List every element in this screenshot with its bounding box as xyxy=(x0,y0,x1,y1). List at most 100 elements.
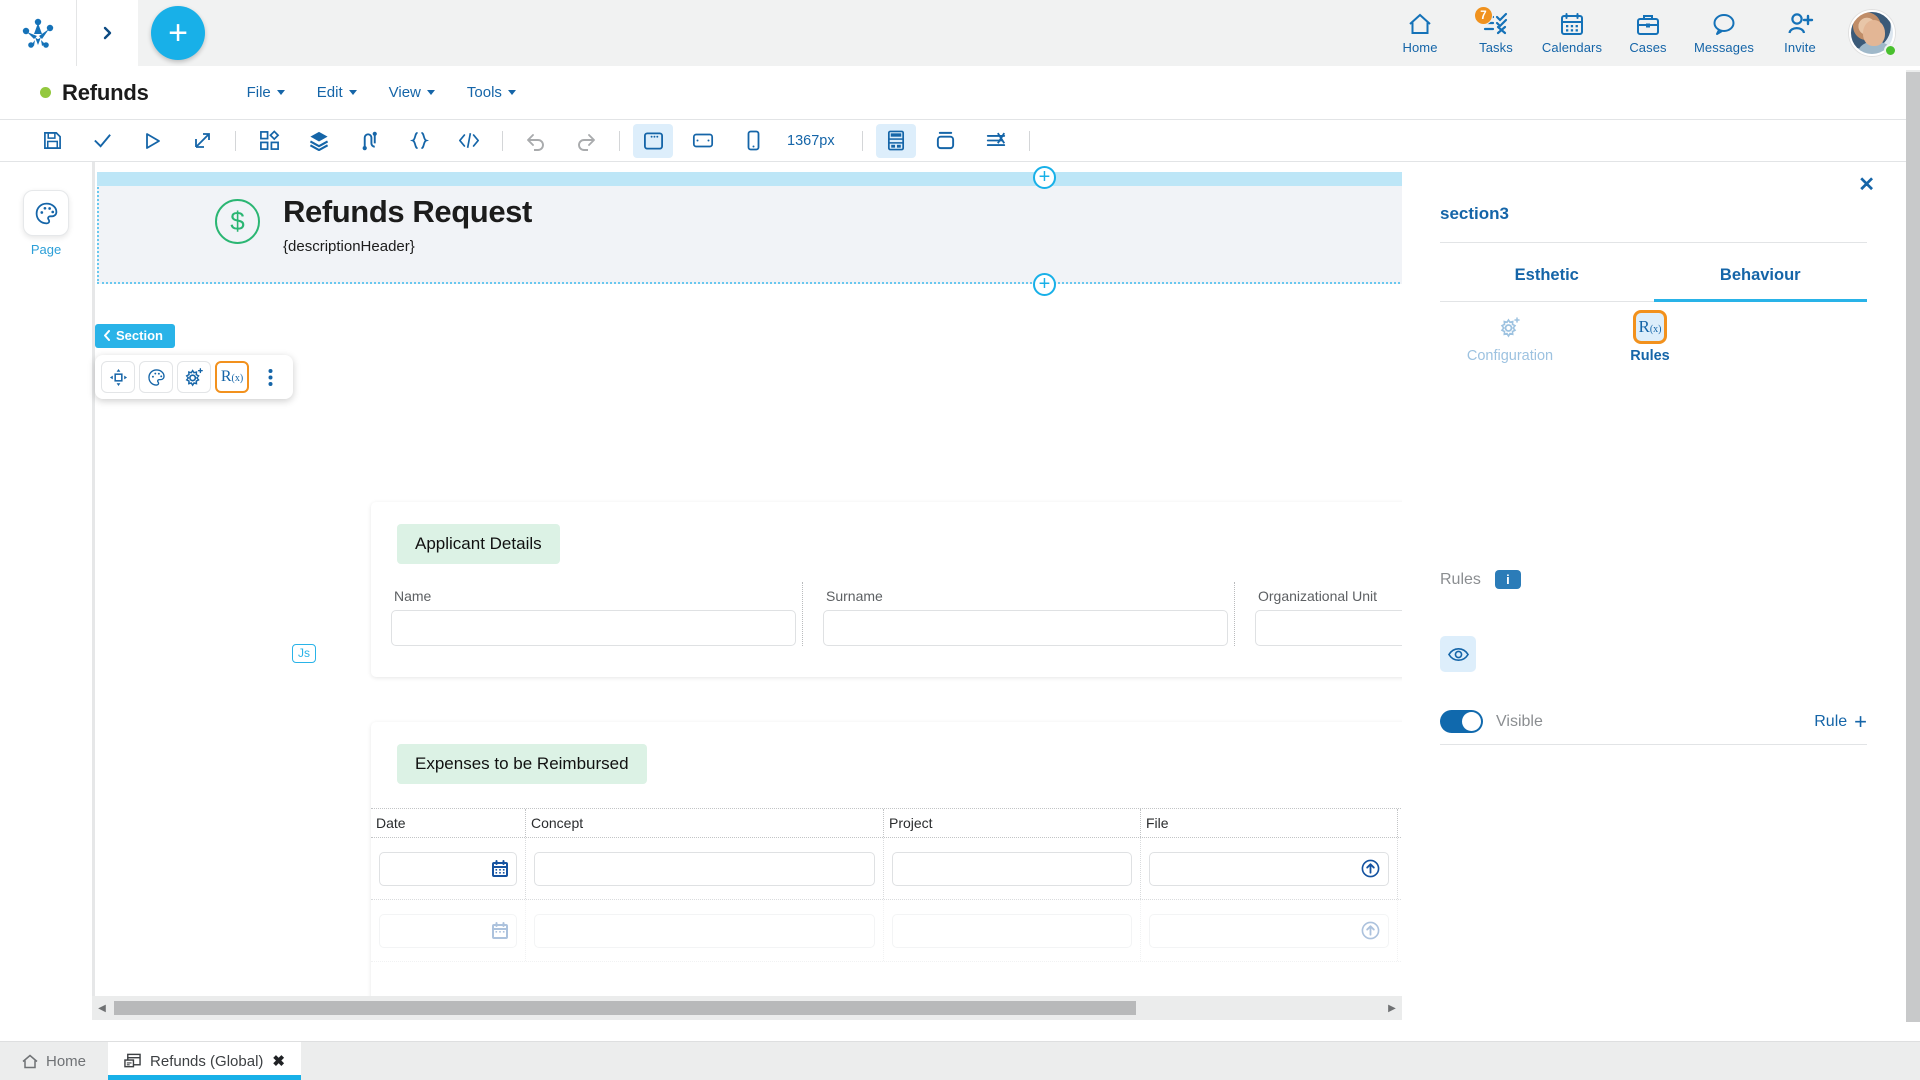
cell-date[interactable] xyxy=(371,838,526,899)
tab-behaviour[interactable]: Behaviour xyxy=(1653,254,1867,302)
chevron-left-icon xyxy=(104,330,110,341)
organizational-unit-input[interactable] xyxy=(1255,610,1402,646)
close-icon[interactable]: ✕ xyxy=(1858,175,1875,195)
scroll-left-arrow-icon[interactable]: ◀ xyxy=(92,1003,112,1014)
file-upload-input[interactable] xyxy=(1149,913,1389,948)
date-input[interactable] xyxy=(379,913,517,948)
section-breadcrumb-tag[interactable]: Section xyxy=(95,324,175,348)
add-section-above-button[interactable]: + xyxy=(1033,166,1056,189)
scroll-track[interactable] xyxy=(112,1001,1382,1015)
viewport-width-label[interactable]: 1367px xyxy=(787,133,835,149)
table-row[interactable] xyxy=(371,838,1402,900)
form-header-subtitle: {descriptionHeader} xyxy=(283,237,415,255)
validate-check-icon[interactable] xyxy=(82,124,122,158)
align-icon[interactable] xyxy=(976,124,1016,158)
nav-item-tasks[interactable]: 7 Tasks xyxy=(1458,0,1534,66)
js-badge[interactable]: Js xyxy=(292,644,316,663)
chat-bubble-icon xyxy=(1711,11,1737,37)
publish-export-icon[interactable] xyxy=(182,124,222,158)
subtab-configuration-label: Configuration xyxy=(1466,348,1554,364)
menu-tools[interactable]: Tools xyxy=(451,78,532,107)
close-icon[interactable]: ✖ xyxy=(272,1052,285,1070)
canvas-horizontal-scrollbar[interactable]: ◀ ▶ xyxy=(92,996,1402,1020)
cell-concept[interactable] xyxy=(526,900,884,961)
page-properties-button[interactable] xyxy=(23,190,69,236)
move-arrows-icon[interactable] xyxy=(101,361,135,393)
subtab-rules[interactable]: R(x) Rules xyxy=(1580,310,1720,364)
flow-connector-icon[interactable] xyxy=(349,124,389,158)
menu-edit[interactable]: Edit xyxy=(301,78,373,107)
cell-date[interactable] xyxy=(371,900,526,961)
add-section-below-button[interactable]: + xyxy=(1033,273,1056,296)
table-row[interactable] xyxy=(371,900,1402,962)
mobile-view-icon[interactable] xyxy=(733,124,773,158)
applicant-section-title: Applicant Details xyxy=(397,524,560,564)
column-header-file: File xyxy=(1141,809,1398,837)
properties-panel-title: section3 xyxy=(1440,204,1509,223)
scroll-right-arrow-icon[interactable]: ▶ xyxy=(1382,1003,1402,1014)
subtab-configuration[interactable]: Configuration xyxy=(1440,310,1580,364)
braces-json-icon[interactable] xyxy=(399,124,439,158)
chevron-down-icon xyxy=(348,90,357,95)
chevron-right-icon xyxy=(103,26,111,40)
info-icon[interactable]: i xyxy=(1494,570,1521,589)
add-new-button[interactable]: + xyxy=(151,6,205,60)
calendar-icon xyxy=(492,860,508,877)
redo-icon[interactable] xyxy=(566,124,606,158)
date-input[interactable] xyxy=(379,851,517,886)
vertical-scroll-thumb[interactable] xyxy=(1906,72,1920,1022)
name-input[interactable] xyxy=(391,610,796,646)
file-upload-input[interactable] xyxy=(1149,851,1389,886)
cell-concept[interactable] xyxy=(526,838,884,899)
container-icon[interactable] xyxy=(926,124,966,158)
menu-view[interactable]: View xyxy=(373,78,451,107)
layers-icon[interactable] xyxy=(299,124,339,158)
gear-sparkle-icon[interactable] xyxy=(177,361,211,393)
add-new-label: + xyxy=(168,14,188,52)
concept-input[interactable] xyxy=(534,913,875,948)
page-vertical-scrollbar[interactable] xyxy=(1906,70,1920,1022)
app-logo[interactable] xyxy=(0,0,76,66)
form-page-sheet: $ Refunds Request {descriptionHeader} + … xyxy=(95,162,1402,1005)
expenses-card: Expenses to be Reimbursed Date Concept P… xyxy=(371,722,1402,1005)
behaviour-subtabs: Configuration R(x) Rules xyxy=(1440,310,1867,364)
left-rail: Page xyxy=(0,162,92,1020)
run-play-icon[interactable] xyxy=(132,124,172,158)
rules-rx-icon[interactable]: R(x) xyxy=(215,361,249,393)
visible-toggle[interactable] xyxy=(1440,710,1483,733)
surname-input[interactable] xyxy=(823,610,1228,646)
form-layout-icon[interactable] xyxy=(875,123,916,158)
nav-item-home[interactable]: Home xyxy=(1382,0,1458,66)
nav-item-invite[interactable]: Invite xyxy=(1762,0,1838,66)
save-icon[interactable] xyxy=(32,124,72,158)
menu-file-label: File xyxy=(246,84,271,101)
project-input[interactable] xyxy=(892,913,1132,948)
concept-input[interactable] xyxy=(534,851,875,886)
undo-icon[interactable] xyxy=(516,124,556,158)
desktop-view-icon[interactable] xyxy=(633,123,673,158)
bottom-tab-home[interactable]: Home xyxy=(0,1042,108,1080)
add-rule-button[interactable]: Rule + xyxy=(1814,710,1867,732)
palette-icon[interactable] xyxy=(139,361,173,393)
form-header-section[interactable]: $ Refunds Request {descriptionHeader} xyxy=(97,172,1402,284)
cell-project[interactable] xyxy=(884,900,1141,961)
more-vertical-icon[interactable] xyxy=(253,361,287,393)
tablet-view-icon[interactable] xyxy=(683,124,723,158)
code-tags-icon[interactable] xyxy=(449,124,489,158)
nav-item-calendars[interactable]: Calendars xyxy=(1534,0,1610,66)
avatar[interactable] xyxy=(1838,0,1906,66)
components-grid-icon[interactable] xyxy=(249,124,289,158)
cell-file[interactable] xyxy=(1141,838,1398,899)
scroll-thumb[interactable] xyxy=(114,1001,1136,1015)
nav-item-messages[interactable]: Messages xyxy=(1686,0,1762,66)
nav-item-cases[interactable]: Cases xyxy=(1610,0,1686,66)
sidebar-expand-button[interactable] xyxy=(76,0,138,66)
project-input[interactable] xyxy=(892,851,1132,886)
menu-file[interactable]: File xyxy=(231,78,301,107)
bottom-tab-refunds[interactable]: Refunds (Global) ✖ xyxy=(108,1042,301,1080)
top-navigation-bar: + Home 7 Tasks Calendars Cases Messages … xyxy=(0,0,1920,66)
cell-project[interactable] xyxy=(884,838,1141,899)
tab-esthetic[interactable]: Esthetic xyxy=(1440,254,1654,302)
cell-file[interactable] xyxy=(1141,900,1398,961)
eye-icon[interactable] xyxy=(1440,636,1476,672)
